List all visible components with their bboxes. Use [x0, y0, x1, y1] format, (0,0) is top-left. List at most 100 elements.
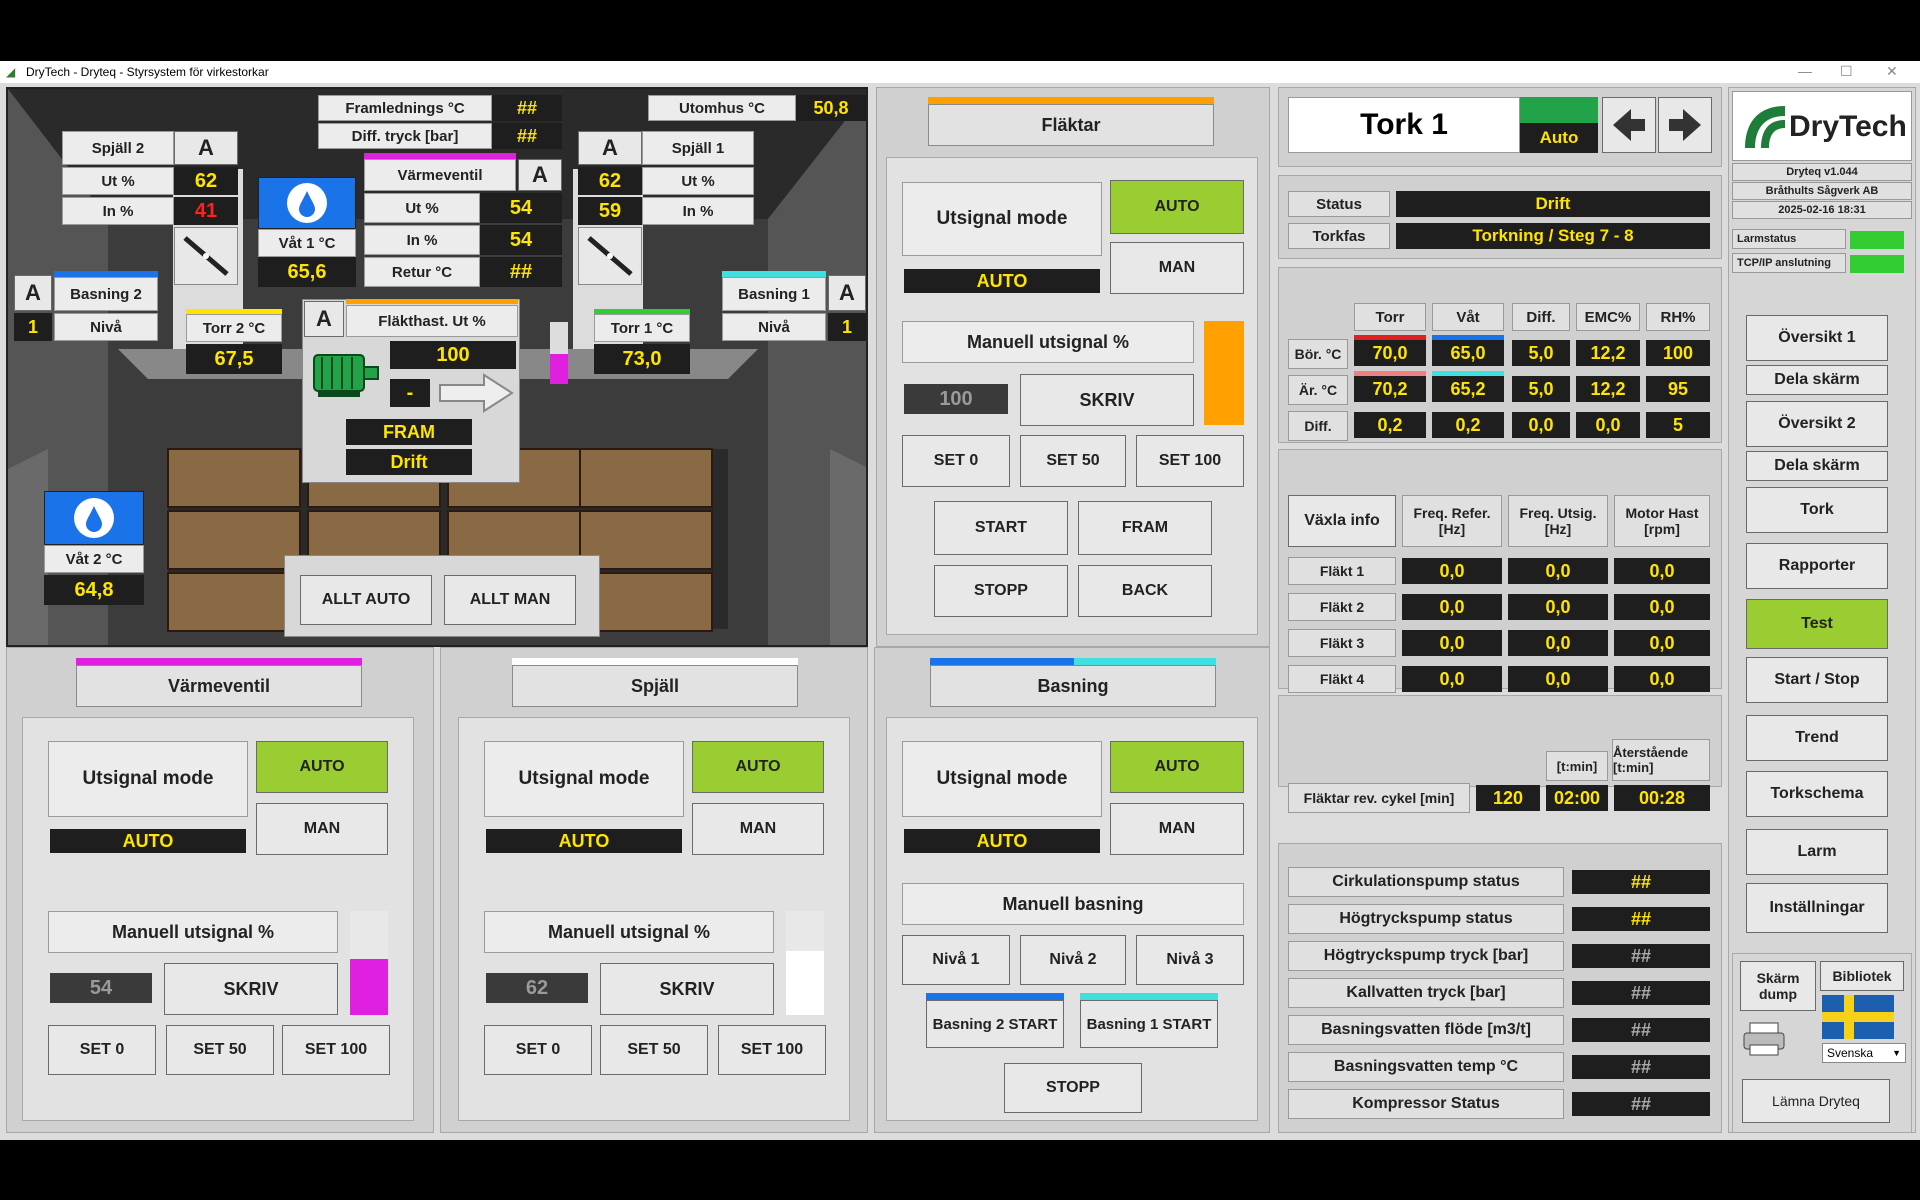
- climate-header: Våt: [1432, 303, 1504, 331]
- diff-tryck-value: ##: [492, 123, 562, 149]
- vaxla-info-button[interactable]: Växla info: [1288, 495, 1396, 547]
- flaktar-back-button[interactable]: BACK: [1078, 565, 1212, 617]
- flaktar-skriv-button[interactable]: SKRIV: [1020, 374, 1194, 426]
- pump-value: ##: [1572, 1018, 1710, 1042]
- varmeventil-man-button[interactable]: MAN: [256, 803, 388, 855]
- rev-value-1: 120: [1476, 785, 1540, 811]
- basning2-mode-button[interactable]: A: [14, 275, 52, 311]
- flaktar-set50-button[interactable]: SET 50: [1020, 435, 1126, 487]
- spjall-auto-button[interactable]: AUTO: [692, 741, 824, 793]
- spjall2-mode-button[interactable]: A: [174, 131, 238, 165]
- flaktar-set100-button[interactable]: SET 100: [1136, 435, 1244, 487]
- fan-motor-icon: [308, 345, 380, 401]
- close-icon[interactable]: ✕: [1886, 63, 1898, 80]
- varmeventil-skriv-button[interactable]: SKRIV: [164, 963, 338, 1015]
- spjall-panel-title: Spjäll: [512, 665, 798, 707]
- climate-cell: 100: [1646, 340, 1710, 366]
- main-content: Framlednings °C ## Diff. tryck [bar] ## …: [0, 83, 1920, 1140]
- spjall-manual-value[interactable]: 62: [486, 973, 588, 1003]
- spjall-set0-button[interactable]: SET 0: [484, 1025, 592, 1075]
- flakthast-value: 100: [390, 341, 516, 369]
- torr2-label: Torr 2 °C: [186, 314, 282, 342]
- sidebar-nav-item[interactable]: Inställningar: [1746, 883, 1888, 933]
- sidebar-nav-item[interactable]: Rapporter: [1746, 543, 1888, 589]
- spjall-panel-strip: [512, 658, 798, 665]
- pump-label: Högtryckspump status: [1288, 904, 1564, 934]
- basning-niva3-button[interactable]: Nivå 3: [1136, 935, 1244, 985]
- sidebar-nav-item[interactable]: Torkschema: [1746, 771, 1888, 817]
- sidebar-nav-item[interactable]: Översikt 2: [1746, 401, 1888, 447]
- water-drop-icon: [258, 177, 356, 229]
- chevron-down-icon: ▼: [1892, 1048, 1901, 1058]
- title-bar: ◢ DryTech - Dryteq - Styrsystem för virk…: [0, 61, 1920, 83]
- sidebar-nav-item[interactable]: Tork: [1746, 487, 1888, 533]
- flaktar-stopp-button[interactable]: STOPP: [934, 565, 1068, 617]
- basning-niva2-button[interactable]: Nivå 2: [1020, 935, 1126, 985]
- basning-niva1-button[interactable]: Nivå 1: [902, 935, 1010, 985]
- climate-header: EMC%: [1576, 303, 1640, 331]
- flaktar-man-button[interactable]: MAN: [1110, 242, 1244, 294]
- tcpip-label: TCP/IP anslutning: [1732, 253, 1846, 273]
- varmeventil-mode-button[interactable]: A: [518, 159, 562, 191]
- next-arrow-icon[interactable]: [1658, 97, 1712, 153]
- spjall-set100-button[interactable]: SET 100: [718, 1025, 826, 1075]
- language-select[interactable]: Svenska ▼: [1822, 1043, 1906, 1063]
- basning-panel-title: Basning: [930, 665, 1216, 707]
- basning-stopp-button[interactable]: STOPP: [1004, 1063, 1142, 1113]
- flaktar-fram-button[interactable]: FRAM: [1078, 501, 1212, 555]
- sidebar-nav-item[interactable]: Trend: [1746, 715, 1888, 761]
- varmeventil-level-bar: [350, 911, 388, 1015]
- vaxla-cell: 0,0: [1402, 558, 1502, 584]
- flaktar-auto-button[interactable]: AUTO: [1110, 180, 1244, 234]
- status-value: Drift: [1396, 191, 1710, 217]
- basning1-start-strip: [1080, 993, 1218, 1000]
- sidebar-nav-item[interactable]: Dela skärm: [1746, 451, 1888, 481]
- basning1-start-button[interactable]: Basning 1 START: [1080, 1000, 1218, 1048]
- sidebar-nav-item[interactable]: Dela skärm: [1746, 365, 1888, 395]
- basning2-start-button[interactable]: Basning 2 START: [926, 1000, 1064, 1048]
- climate-cell: 5,0: [1512, 376, 1570, 402]
- vaxla-cell: 0,0: [1508, 666, 1608, 692]
- minimize-icon[interactable]: —: [1798, 63, 1812, 79]
- prev-arrow-icon[interactable]: [1602, 97, 1656, 153]
- climate-cell: 5,0: [1512, 340, 1570, 366]
- varmeventil-auto-button[interactable]: AUTO: [256, 741, 388, 793]
- spjall-man-button[interactable]: MAN: [692, 803, 824, 855]
- spjall2-in-value: 41: [174, 197, 238, 225]
- printer-icon[interactable]: [1742, 1019, 1786, 1059]
- varmeventil-set0-button[interactable]: SET 0: [48, 1025, 156, 1075]
- version-label: Dryteq v1.044: [1732, 163, 1912, 181]
- spjall1-mode-button[interactable]: A: [578, 131, 642, 165]
- flaktar-start-button[interactable]: START: [934, 501, 1068, 555]
- framledning-value: ##: [492, 95, 562, 121]
- flaktar-manual-value[interactable]: 100: [904, 384, 1008, 414]
- sidebar-nav-item[interactable]: Test: [1746, 599, 1888, 649]
- varmeventil-manual-value[interactable]: 54: [50, 973, 152, 1003]
- allt-man-button[interactable]: ALLT MAN: [444, 575, 576, 625]
- basning1-mode-button[interactable]: A: [828, 275, 866, 311]
- swedish-flag-icon[interactable]: [1822, 995, 1894, 1039]
- basning-auto-button[interactable]: AUTO: [1110, 741, 1244, 793]
- spjall-skriv-button[interactable]: SKRIV: [600, 963, 774, 1015]
- sidebar-nav-item[interactable]: Start / Stop: [1746, 657, 1888, 703]
- basning-mode-label: Utsignal mode: [902, 741, 1102, 817]
- allt-auto-button[interactable]: ALLT AUTO: [300, 575, 432, 625]
- flaktar-set0-button[interactable]: SET 0: [902, 435, 1010, 487]
- lamna-dryteq-button[interactable]: Lämna Dryteq: [1742, 1079, 1890, 1123]
- brand-box: DryTech: [1732, 91, 1912, 161]
- maximize-icon[interactable]: ☐: [1840, 63, 1853, 80]
- bibliotek-button[interactable]: Bibliotek: [1820, 961, 1904, 991]
- basning-man-button[interactable]: MAN: [1110, 803, 1244, 855]
- vaxla-cell: 0,0: [1614, 666, 1710, 692]
- varmeventil-set100-button[interactable]: SET 100: [282, 1025, 390, 1075]
- framledning-label: Framlednings °C: [318, 95, 492, 121]
- flakthast-status: Drift: [346, 449, 472, 475]
- flakthast-mode-button[interactable]: A: [304, 301, 344, 337]
- sidebar-nav-item[interactable]: Larm: [1746, 829, 1888, 875]
- spjall-set50-button[interactable]: SET 50: [600, 1025, 708, 1075]
- varmeventil-set50-button[interactable]: SET 50: [166, 1025, 274, 1075]
- damper-2-icon: [174, 227, 238, 285]
- flaktar-title: Fläktar: [928, 104, 1214, 146]
- skarm-dump-button[interactable]: Skärm dump: [1740, 961, 1816, 1011]
- sidebar-nav-item[interactable]: Översikt 1: [1746, 315, 1888, 361]
